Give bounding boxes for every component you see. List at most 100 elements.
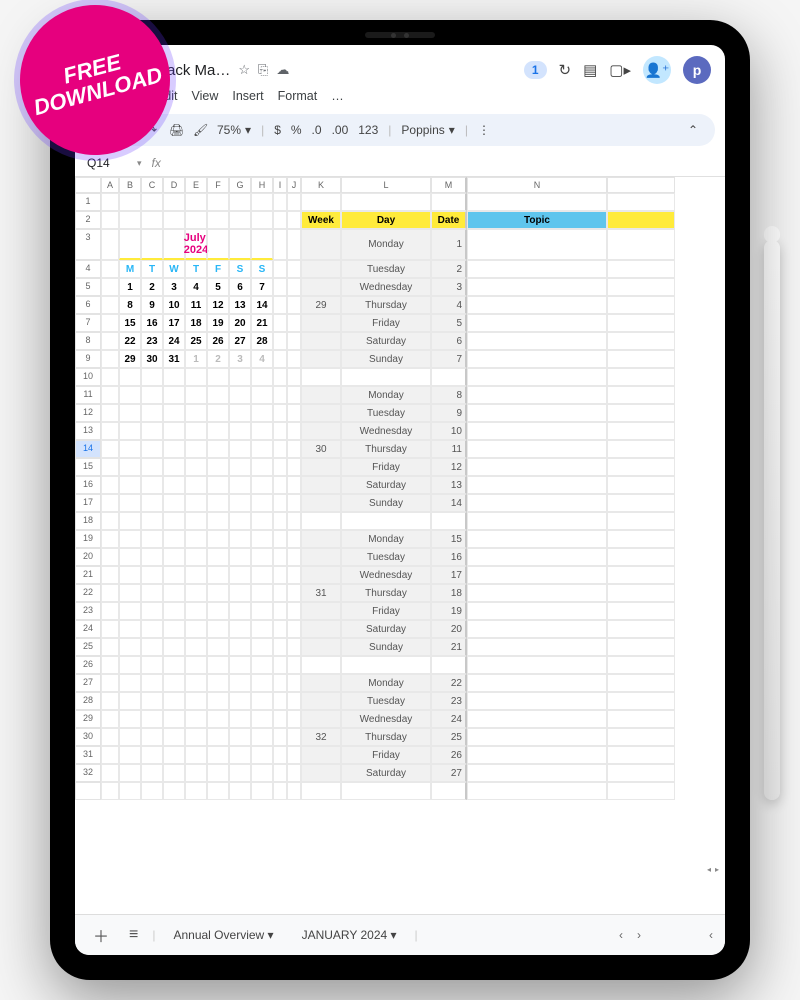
cell[interactable] — [251, 638, 273, 656]
cell[interactable] — [229, 746, 251, 764]
cell[interactable]: 3 — [163, 278, 185, 296]
cell[interactable] — [467, 386, 607, 404]
cell[interactable] — [607, 764, 675, 782]
number-format-button[interactable]: 123 — [358, 123, 378, 137]
cell[interactable] — [207, 674, 229, 692]
cell[interactable] — [273, 530, 287, 548]
cell[interactable] — [207, 764, 229, 782]
cell[interactable] — [251, 782, 273, 800]
star-icon[interactable]: ☆ — [238, 62, 250, 78]
cell[interactable]: Sunday — [341, 494, 431, 512]
cell[interactable]: 4 — [431, 296, 467, 314]
cell[interactable] — [251, 728, 273, 746]
cell[interactable] — [467, 692, 607, 710]
cell[interactable] — [185, 602, 207, 620]
cell[interactable]: 18 — [431, 584, 467, 602]
collapse-toolbar-icon[interactable]: ⌃ — [683, 120, 703, 140]
cell[interactable] — [163, 638, 185, 656]
cell[interactable] — [467, 566, 607, 584]
cell[interactable] — [301, 710, 341, 728]
cell[interactable]: 16 — [141, 314, 163, 332]
cell[interactable]: Friday — [341, 458, 431, 476]
cell[interactable] — [287, 728, 301, 746]
tab-scroll-right-icon[interactable]: › — [637, 928, 641, 942]
cell[interactable] — [101, 638, 119, 656]
cell[interactable] — [251, 584, 273, 602]
cell[interactable]: 2 — [207, 350, 229, 368]
cell[interactable] — [229, 620, 251, 638]
cell[interactable] — [229, 710, 251, 728]
currency-button[interactable]: $ — [274, 123, 281, 137]
cell[interactable] — [207, 782, 229, 800]
cell[interactable] — [185, 386, 207, 404]
cell[interactable] — [251, 229, 273, 260]
cell[interactable] — [229, 584, 251, 602]
percent-button[interactable]: % — [291, 123, 302, 137]
cell[interactable] — [163, 440, 185, 458]
cell[interactable] — [287, 229, 301, 260]
cell[interactable] — [101, 494, 119, 512]
cell[interactable] — [607, 458, 675, 476]
cell[interactable] — [141, 548, 163, 566]
cell[interactable] — [467, 530, 607, 548]
cell[interactable] — [607, 404, 675, 422]
cell[interactable] — [119, 764, 141, 782]
cell[interactable] — [185, 211, 207, 229]
cell[interactable] — [101, 476, 119, 494]
cell[interactable] — [119, 211, 141, 229]
cell[interactable] — [251, 620, 273, 638]
cell[interactable]: 8 — [119, 296, 141, 314]
cell[interactable]: 1 — [431, 229, 467, 260]
cell[interactable] — [119, 229, 141, 260]
cell[interactable] — [273, 674, 287, 692]
cell[interactable] — [467, 350, 607, 368]
cell[interactable] — [341, 512, 431, 530]
cell[interactable] — [141, 764, 163, 782]
cell[interactable] — [229, 764, 251, 782]
cell[interactable]: 1 — [185, 350, 207, 368]
cell[interactable] — [185, 710, 207, 728]
cell[interactable] — [273, 710, 287, 728]
cell[interactable] — [287, 386, 301, 404]
cell[interactable]: 31 — [163, 350, 185, 368]
cell[interactable]: 16 — [431, 548, 467, 566]
cell[interactable] — [185, 193, 207, 211]
cell[interactable] — [185, 566, 207, 584]
cell[interactable] — [341, 656, 431, 674]
cell[interactable] — [119, 602, 141, 620]
cell[interactable] — [251, 422, 273, 440]
cell[interactable] — [185, 512, 207, 530]
cell[interactable] — [141, 229, 163, 260]
cell[interactable] — [207, 368, 229, 386]
cell[interactable] — [119, 422, 141, 440]
cell[interactable] — [141, 782, 163, 800]
cell[interactable] — [251, 548, 273, 566]
cell[interactable] — [251, 602, 273, 620]
cell[interactable] — [229, 211, 251, 229]
menu-insert[interactable]: Insert — [232, 89, 263, 103]
cell[interactable] — [141, 638, 163, 656]
cell[interactable] — [207, 602, 229, 620]
cell[interactable] — [287, 458, 301, 476]
cell[interactable] — [251, 458, 273, 476]
cell[interactable] — [163, 494, 185, 512]
cell[interactable] — [101, 260, 119, 278]
cell[interactable]: 20 — [431, 620, 467, 638]
cell[interactable] — [229, 548, 251, 566]
cell[interactable] — [229, 656, 251, 674]
cell[interactable] — [207, 193, 229, 211]
cell[interactable] — [607, 332, 675, 350]
cell[interactable] — [185, 404, 207, 422]
comments-icon[interactable]: ▤ — [583, 61, 597, 79]
cell[interactable] — [287, 494, 301, 512]
cell[interactable] — [229, 476, 251, 494]
cell[interactable] — [607, 476, 675, 494]
cell[interactable] — [229, 602, 251, 620]
cell[interactable]: 4 — [185, 278, 207, 296]
cell[interactable]: 26 — [207, 332, 229, 350]
cell[interactable] — [207, 458, 229, 476]
cell[interactable]: 7 — [251, 278, 273, 296]
cell[interactable]: S — [251, 260, 273, 278]
cell[interactable] — [207, 728, 229, 746]
spreadsheet-grid[interactable]: ABCDEFGHIJKLMN12WeekDayDateTopic3July 20… — [75, 177, 725, 914]
